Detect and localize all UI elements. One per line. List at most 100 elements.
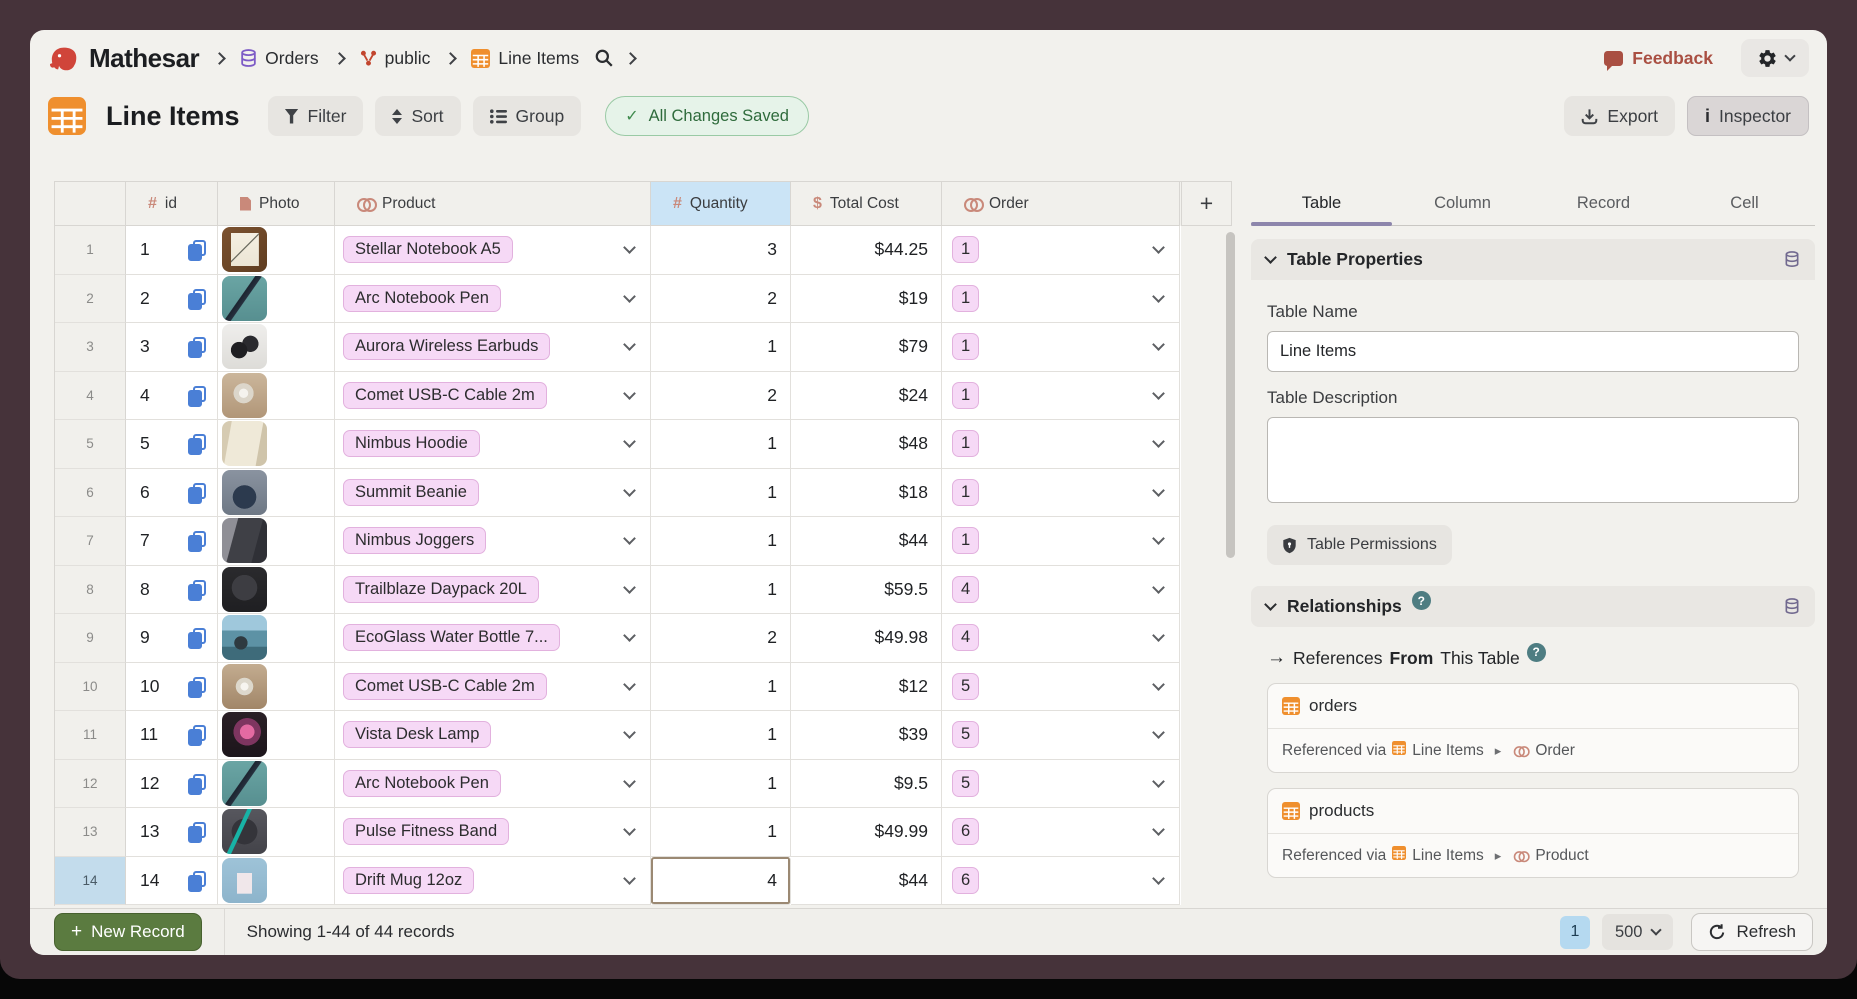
chevron-down-icon[interactable] [623,726,636,739]
cell-quantity[interactable]: 1 [651,566,791,615]
chevron-down-icon[interactable] [1152,484,1165,497]
cell-order[interactable]: 1 [942,323,1180,372]
cell-photo[interactable] [218,857,335,906]
search-icon[interactable] [594,48,614,68]
chevron-down-icon[interactable] [623,823,636,836]
cell-total-cost[interactable]: $12 [791,663,942,712]
vertical-scrollbar[interactable] [1226,232,1235,558]
cell-photo[interactable] [218,372,335,421]
cell-order[interactable]: 4 [942,566,1180,615]
chevron-down-icon[interactable] [1152,629,1165,642]
copy-record-icon[interactable] [188,677,205,696]
cell-id[interactable]: 10 [126,663,218,712]
breadcrumb-database[interactable]: Orders [240,48,318,69]
row-number[interactable]: 8 [55,566,126,615]
cell-quantity[interactable]: 1 [651,323,791,372]
cell-id[interactable]: 2 [126,275,218,324]
feedback-button[interactable]: Feedback [1604,48,1713,69]
cell-photo[interactable] [218,275,335,324]
chevron-down-icon[interactable] [1152,338,1165,351]
cell-order[interactable]: 5 [942,711,1180,760]
chevron-down-icon[interactable] [1152,678,1165,691]
cell-total-cost[interactable]: $39 [791,711,942,760]
cell-order[interactable]: 1 [942,275,1180,324]
cell-product[interactable]: EcoGlass Water Bottle 7... [335,614,651,663]
chevron-down-icon[interactable] [1152,823,1165,836]
cell-photo[interactable] [218,420,335,469]
cell-product[interactable]: Summit Beanie [335,469,651,518]
cell-product[interactable]: Trailblaze Daypack 20L [335,566,651,615]
table-description-input[interactable] [1267,417,1799,503]
cell-total-cost[interactable]: $79 [791,323,942,372]
cell-photo[interactable] [218,614,335,663]
related-table-name[interactable]: products [1268,789,1798,834]
column-header-total_cost[interactable]: $Total Cost [791,182,942,226]
tab-record[interactable]: Record [1533,181,1674,225]
copy-record-icon[interactable] [188,628,205,647]
row-number[interactable]: 2 [55,275,126,324]
row-number[interactable]: 11 [55,711,126,760]
chevron-down-icon[interactable] [1152,387,1165,400]
cell-total-cost[interactable]: $19 [791,275,942,324]
row-number[interactable]: 1 [55,226,126,275]
tab-cell[interactable]: Cell [1674,181,1815,225]
cell-id[interactable]: 5 [126,420,218,469]
cell-product[interactable]: Comet USB-C Cable 2m [335,663,651,712]
copy-record-icon[interactable] [188,580,205,599]
export-button[interactable]: Export [1564,96,1675,136]
related-table-name[interactable]: orders [1268,684,1798,729]
cell-order[interactable]: 6 [942,857,1180,906]
tab-table[interactable]: Table [1251,181,1392,225]
settings-menu-button[interactable] [1741,39,1809,77]
cell-product[interactable]: Arc Notebook Pen [335,275,651,324]
cell-id[interactable]: 12 [126,760,218,809]
chevron-down-icon[interactable] [1152,872,1165,885]
cell-product[interactable]: Stellar Notebook A5 [335,226,651,275]
copy-record-icon[interactable] [188,531,205,550]
new-record-button[interactable]: + New Record [54,913,202,951]
cell-photo[interactable] [218,663,335,712]
relationships-section-header[interactable]: Relationships ? [1251,586,1815,627]
cell-id[interactable]: 8 [126,566,218,615]
copy-record-icon[interactable] [188,725,205,744]
cell-photo[interactable] [218,226,335,275]
cell-total-cost[interactable]: $44 [791,857,942,906]
chevron-down-icon[interactable] [623,581,636,594]
cell-photo[interactable] [218,760,335,809]
chevron-down-icon[interactable] [1152,241,1165,254]
cell-total-cost[interactable]: $59.5 [791,566,942,615]
cell-total-cost[interactable]: $9.5 [791,760,942,809]
chevron-down-icon[interactable] [623,775,636,788]
cell-quantity[interactable]: 1 [651,517,791,566]
cell-product[interactable]: Nimbus Hoodie [335,420,651,469]
cell-total-cost[interactable]: $48 [791,420,942,469]
table-properties-section-header[interactable]: Table Properties [1251,239,1815,280]
cell-product[interactable]: Comet USB-C Cable 2m [335,372,651,421]
row-number[interactable]: 5 [55,420,126,469]
cell-order[interactable]: 4 [942,614,1180,663]
row-number[interactable]: 13 [55,808,126,857]
copy-record-icon[interactable] [188,774,205,793]
cell-order[interactable]: 5 [942,760,1180,809]
chevron-down-icon[interactable] [623,629,636,642]
column-header-order[interactable]: Order [942,182,1180,226]
app-logo[interactable]: Mathesar [48,43,199,74]
cell-product[interactable]: Pulse Fitness Band [335,808,651,857]
chevron-down-icon[interactable] [1152,581,1165,594]
cell-quantity[interactable]: 3 [651,226,791,275]
chevron-down-icon[interactable] [1152,435,1165,448]
cell-photo[interactable] [218,711,335,760]
chevron-down-icon[interactable] [623,678,636,691]
copy-record-icon[interactable] [188,483,205,502]
column-header-photo[interactable]: Photo [218,182,335,226]
cell-quantity[interactable]: 1 [651,808,791,857]
copy-record-icon[interactable] [188,386,205,405]
cell-product[interactable]: Nimbus Joggers [335,517,651,566]
breadcrumb-expand-icon[interactable] [624,52,637,65]
table-permissions-button[interactable]: Table Permissions [1267,525,1452,565]
chevron-down-icon[interactable] [623,338,636,351]
cell-photo[interactable] [218,566,335,615]
page-size-select[interactable]: 500 [1602,914,1674,950]
row-number[interactable]: 4 [55,372,126,421]
cell-id[interactable]: 13 [126,808,218,857]
